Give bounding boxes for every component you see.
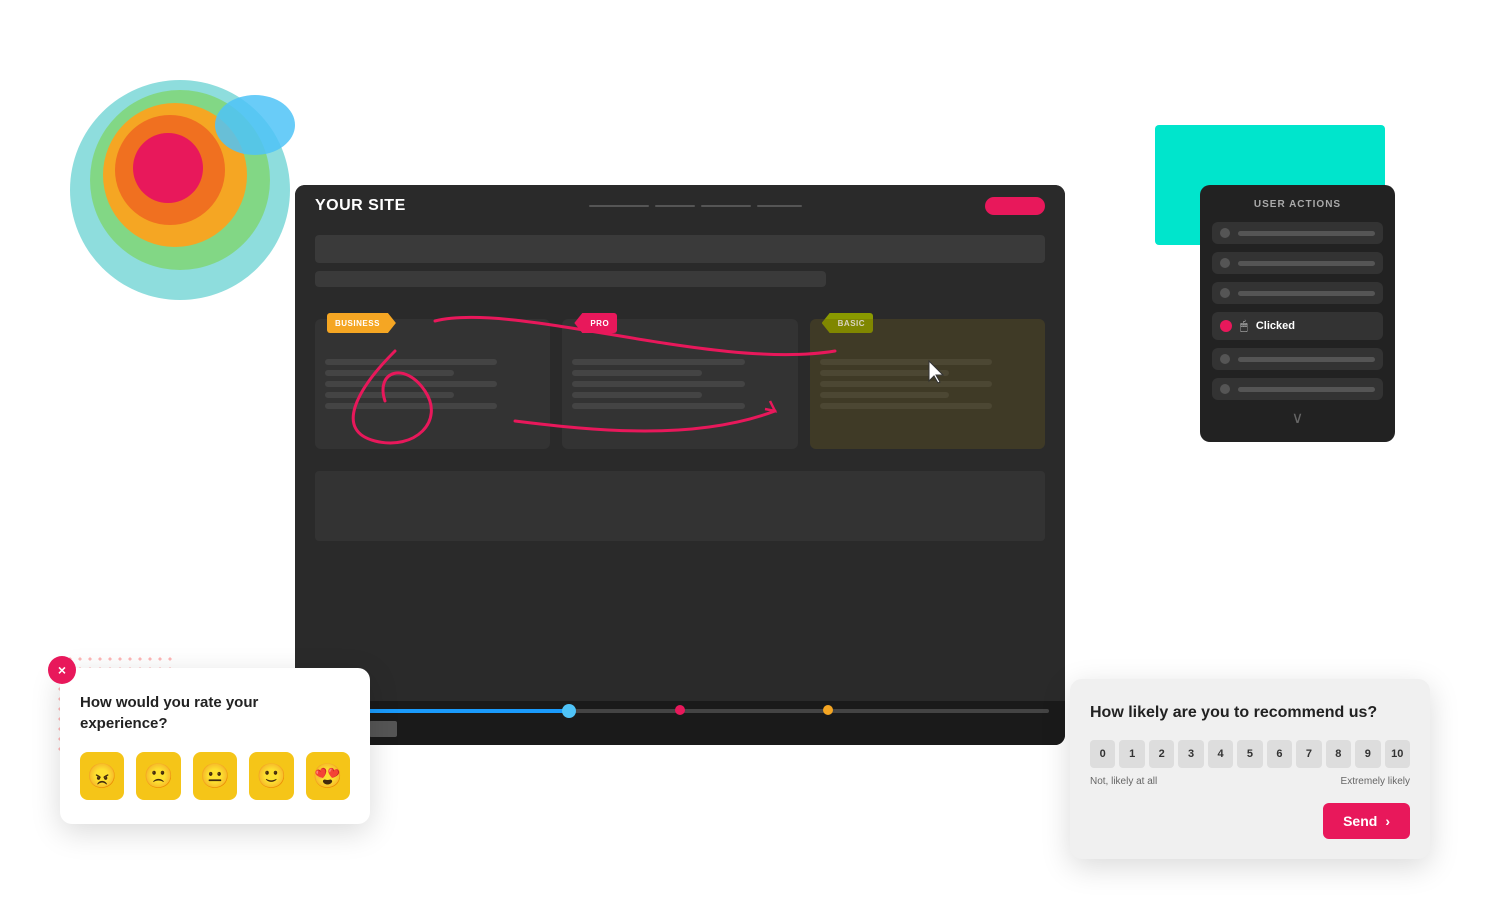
nps-send-label: Send — [1343, 813, 1377, 829]
panel-chevron[interactable]: ∨ — [1212, 408, 1383, 428]
action-line-6 — [1238, 387, 1375, 392]
pricing-card-pro: PRO — [562, 319, 797, 449]
site-header: YOUR SITE — [295, 185, 1065, 227]
nps-label-low: Not, likely at all — [1090, 776, 1157, 787]
nps-3[interactable]: 3 — [1178, 740, 1203, 768]
pricing-card-business: BUSINESS — [315, 319, 550, 449]
user-actions-title: USER ACTIONS — [1212, 199, 1383, 210]
pricing-card-basic: BASIC — [810, 319, 1045, 449]
main-player: YOUR SITE BUSINESS — [295, 185, 1065, 745]
action-dot-5 — [1220, 354, 1230, 364]
action-line-5 — [1238, 357, 1375, 362]
action-item-5 — [1212, 348, 1383, 370]
action-dot-3 — [1220, 288, 1230, 298]
nps-10[interactable]: 10 — [1385, 740, 1410, 768]
nps-5[interactable]: 5 — [1237, 740, 1262, 768]
nps-labels: Not, likely at all Extremely likely — [1090, 776, 1410, 787]
site-banner — [315, 235, 1045, 263]
action-item-6 — [1212, 378, 1383, 400]
player-bottom-content — [295, 463, 1065, 555]
nps-7[interactable]: 7 — [1296, 740, 1321, 768]
action-dot-2 — [1220, 258, 1230, 268]
action-line-1 — [1238, 231, 1375, 236]
cursor-icon — [927, 359, 947, 390]
nps-send-button[interactable]: Send › — [1323, 803, 1410, 839]
nps-widget: How likely are you to recommend us? 0 1 … — [1070, 679, 1430, 859]
plan-badge-pro: PRO — [574, 313, 617, 333]
action-dot-1 — [1220, 228, 1230, 238]
site-sub-banner — [315, 271, 826, 287]
site-content-top — [295, 227, 1065, 307]
survey-widget: × How would you rate your experience? 😠 … — [60, 668, 370, 824]
emoji-btn-4[interactable]: 🙂 — [249, 752, 293, 800]
nps-9[interactable]: 9 — [1355, 740, 1380, 768]
clicked-label: Clicked — [1256, 320, 1295, 332]
action-line-3 — [1238, 291, 1375, 296]
nps-question: How likely are you to recommend us? — [1090, 703, 1410, 724]
pricing-area: BUSINESS PRO — [295, 311, 1065, 457]
site-title: YOUR SITE — [315, 197, 406, 215]
action-item-2 — [1212, 252, 1383, 274]
nps-1[interactable]: 1 — [1119, 740, 1144, 768]
survey-question: How would you rate your experience? — [80, 692, 350, 734]
emoji-btn-1[interactable]: 😠 — [80, 752, 124, 800]
survey-emoji-row: 😠 🙁 😐 🙂 😍 — [80, 752, 350, 800]
bottom-content-block — [315, 471, 1045, 541]
control-buttons — [311, 721, 1049, 737]
cursor-action-icon: 🖱 — [1240, 318, 1248, 334]
logo-circle — [60, 40, 320, 300]
clicked-indicator-dot — [1220, 320, 1232, 332]
action-item-3 — [1212, 282, 1383, 304]
site-nav — [422, 205, 969, 207]
pro-card-lines — [572, 359, 787, 409]
survey-close-button[interactable]: × — [48, 656, 76, 684]
emoji-btn-2[interactable]: 🙁 — [136, 752, 180, 800]
nps-2[interactable]: 2 — [1149, 740, 1174, 768]
nps-4[interactable]: 4 — [1208, 740, 1233, 768]
nps-numbers-row: 0 1 2 3 4 5 6 7 8 9 10 — [1090, 740, 1410, 768]
action-line-2 — [1238, 261, 1375, 266]
nps-6[interactable]: 6 — [1267, 740, 1292, 768]
progress-event-dot-orange — [823, 705, 833, 715]
business-card-lines — [325, 359, 540, 409]
progress-event-dot-red — [675, 705, 685, 715]
action-item-1 — [1212, 222, 1383, 244]
nps-0[interactable]: 0 — [1090, 740, 1115, 768]
emoji-btn-3[interactable]: 😐 — [193, 752, 237, 800]
nps-8[interactable]: 8 — [1326, 740, 1351, 768]
user-actions-panel: USER ACTIONS 🖱 Clicked ∨ — [1200, 185, 1395, 442]
site-cta-button[interactable] — [985, 197, 1045, 215]
video-controls — [295, 701, 1065, 745]
action-item-clicked: 🖱 Clicked — [1212, 312, 1383, 340]
action-dot-6 — [1220, 384, 1230, 394]
plan-badge-business: BUSINESS — [327, 313, 396, 333]
send-arrow-icon: › — [1385, 813, 1390, 829]
emoji-btn-5[interactable]: 😍 — [306, 752, 350, 800]
progress-bar[interactable] — [311, 709, 1049, 713]
nps-label-high: Extremely likely — [1341, 776, 1410, 787]
control-rect-2[interactable] — [369, 721, 397, 737]
progress-current-dot — [562, 704, 576, 718]
